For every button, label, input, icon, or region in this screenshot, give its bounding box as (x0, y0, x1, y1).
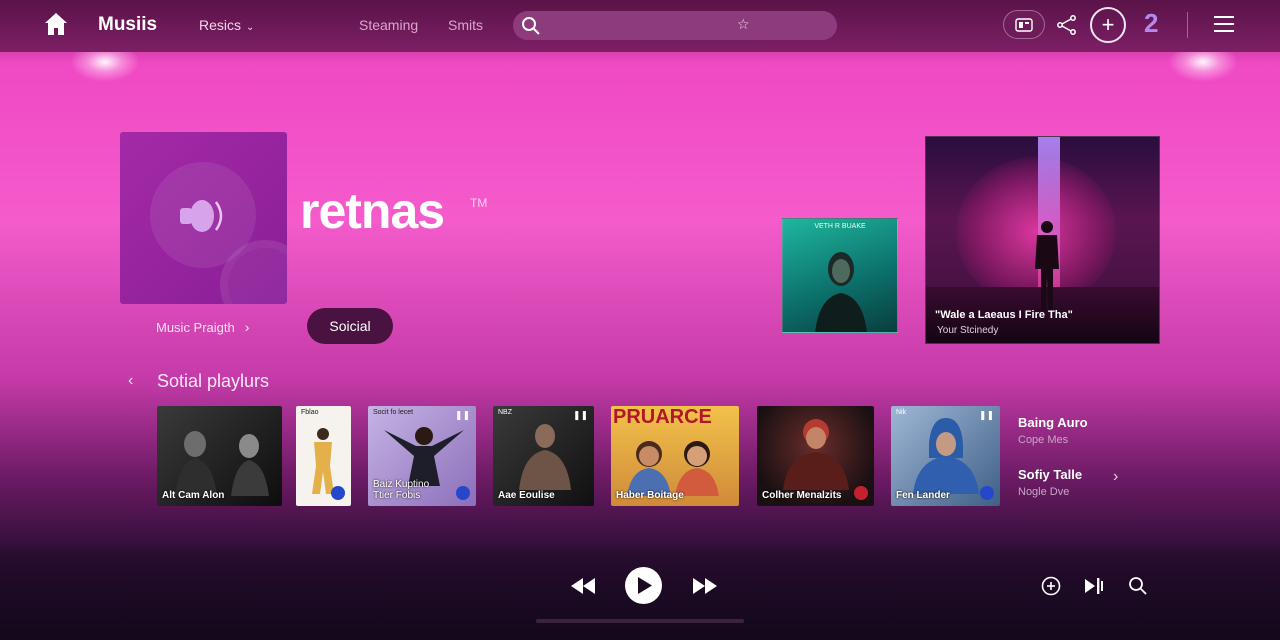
search-icon[interactable] (521, 16, 541, 36)
side-item-title: Baing Auro (1018, 415, 1088, 430)
card-tag: Nik (896, 409, 907, 416)
add-button[interactable]: + (1090, 7, 1126, 43)
search-input[interactable] (549, 15, 729, 36)
play-button[interactable] (625, 567, 662, 604)
featured-album-small[interactable]: VETH R BUAKE (782, 218, 898, 333)
playlist-card[interactable]: PRUARCE Haber Boitage (611, 406, 739, 506)
cast-icon (1015, 18, 1033, 32)
music-profile-link[interactable]: Music Praigth › (156, 319, 249, 335)
app-brand[interactable]: Musiis (98, 14, 157, 36)
search-bar[interactable]: ☆ (513, 11, 837, 40)
share-icon[interactable] (1056, 14, 1078, 36)
playlists-heading: Sotial playlurs (157, 371, 270, 391)
playlist-badge-icon (854, 486, 868, 500)
card-subtitle: Baiz Kuptino (373, 479, 430, 490)
pause-icon[interactable]: ❚❚ (573, 410, 588, 421)
nav-dropdown[interactable]: Resics ⌄ (199, 17, 254, 33)
silhouette-figure (1035, 221, 1059, 311)
card-tag: Socit fo lecet (373, 409, 414, 416)
plus-icon: + (1101, 12, 1115, 37)
playlist-badge-icon (456, 486, 470, 500)
play-icon (638, 577, 652, 594)
card-title: Colher Menalzits (762, 490, 842, 501)
featured-title: "Wale a Laeaus I Fire Tha" (935, 309, 1073, 321)
featured-album-large[interactable]: "Wale a Laeaus I Fire Tha" Your Stcinedy (925, 136, 1160, 344)
notification-count[interactable]: 2 (1144, 8, 1158, 39)
home-icon[interactable] (42, 10, 70, 38)
playlist-card[interactable]: Colher Menalzits (757, 406, 874, 506)
card-tag: Fblao (301, 409, 319, 416)
artist-name: retnas (300, 183, 445, 239)
playlist-card[interactable]: Socit fo lecet ❚❚ Baiz Kuptino Ttier Fob… (368, 406, 476, 506)
artist-artwork[interactable] (120, 132, 287, 304)
side-item-subtitle: Nogle Dve (1018, 486, 1070, 498)
card-title: Fen Lander (896, 490, 950, 501)
music-profile-label: Music Praigth (156, 320, 235, 335)
side-item-title: Sofiy Talle (1018, 467, 1083, 482)
cast-button[interactable] (1003, 10, 1045, 39)
queue-icon[interactable] (1084, 577, 1104, 595)
social-button[interactable]: Soicial (307, 308, 393, 344)
chevron-right-icon: › (244, 319, 250, 335)
playlist-badge-icon (331, 486, 345, 500)
playlist-badge-icon (980, 486, 994, 500)
nav-link-smits[interactable]: Smits (448, 17, 483, 33)
star-icon[interactable]: ☆ (737, 16, 750, 33)
card-art (384, 427, 464, 486)
card-title: Ttier Fobis (373, 490, 421, 501)
featured-small-caption: VETH R BUAKE (814, 223, 866, 230)
app-window: Musiis Resics ⌄ Steaming Smits ☆ + 2 ret… (0, 0, 1280, 640)
nav-dropdown-label: Resics (199, 17, 242, 33)
chevron-down-icon: ⌄ (246, 22, 255, 33)
nav-link-streaming[interactable]: Steaming (359, 17, 418, 33)
side-playlist-item[interactable]: Baing Auro Cope Mes (1018, 415, 1088, 446)
speaker-icon (180, 200, 223, 232)
card-art (312, 428, 334, 494)
side-playlist-item[interactable]: Sofiy Talle Nogle Dve (1018, 467, 1082, 498)
chevron-right-icon[interactable]: › (1113, 468, 1118, 486)
card-art (519, 424, 571, 490)
trademark-label: TM (470, 196, 488, 210)
divider (1187, 12, 1188, 38)
card-art (783, 419, 849, 490)
playlist-card[interactable]: Fblao (296, 406, 351, 506)
card-title: Haber Boitage (616, 490, 684, 501)
artist-portrait (815, 252, 867, 332)
card-tag: NBZ (498, 409, 512, 416)
chevron-left-icon[interactable]: ‹ (128, 372, 133, 390)
side-item-subtitle: Cope Mes (1018, 434, 1069, 446)
card-title: Alt Cam Alon (162, 490, 225, 501)
featured-subtitle: Your Stcinedy (937, 325, 999, 336)
playlist-card[interactable]: Alt Cam Alon (157, 406, 282, 506)
playlist-card[interactable]: NBZ ❚❚ Aae Eoulise (493, 406, 594, 506)
card-art (175, 431, 269, 496)
card-tag: PRUARCE (613, 406, 712, 428)
search-icon[interactable] (1128, 576, 1148, 596)
top-bar: Musiis Resics ⌄ Steaming Smits ☆ + 2 (0, 0, 1280, 52)
next-icon[interactable] (692, 576, 718, 596)
previous-icon[interactable] (570, 576, 596, 596)
card-art (627, 441, 719, 496)
shuffle-icon[interactable] (1041, 576, 1061, 596)
progress-bar[interactable] (536, 619, 744, 623)
card-art (913, 418, 979, 494)
card-title: Aae Eoulise (498, 490, 555, 501)
menu-icon[interactable] (1214, 15, 1234, 33)
playlist-card[interactable]: Nik ❚❚ Fen Lander (891, 406, 1000, 506)
